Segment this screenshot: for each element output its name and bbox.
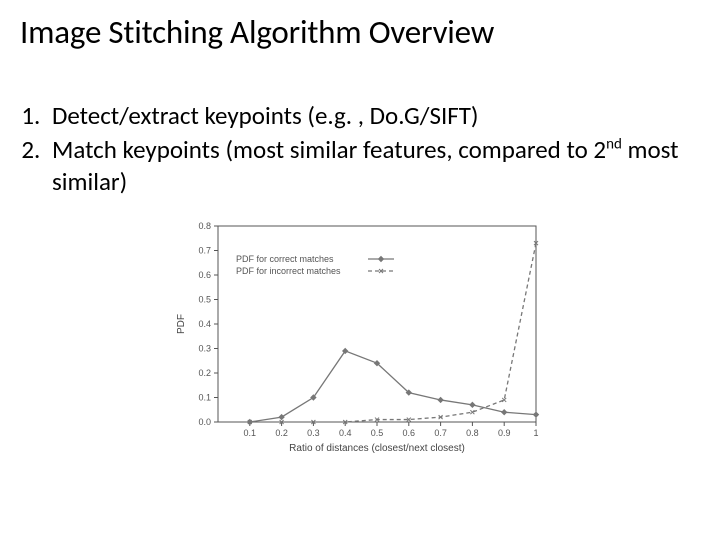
- chart-container: 0.0 0.1 0.2 0.3 0.4 0.5 0.6 0.7 0.8 0.1 0.2 0.3 0.4 0…: [170, 216, 550, 456]
- svg-text:0.6: 0.6: [198, 270, 211, 280]
- svg-text:0.6: 0.6: [403, 428, 416, 438]
- svg-text:0.1: 0.1: [244, 428, 257, 438]
- page-title: Image Stitching Algorithm Overview: [20, 12, 700, 52]
- list-item-text: Detect/extract keypoints (e.g. , Do.G/SI…: [52, 100, 479, 131]
- bullet-list: Detect/extract keypoints (e.g. , Do.G/SI…: [46, 100, 700, 198]
- svg-text:1: 1: [533, 428, 538, 438]
- svg-text:0.4: 0.4: [198, 319, 211, 329]
- svg-text:Ratio of distances (closest/ne: Ratio of distances (closest/next closest…: [289, 443, 465, 454]
- svg-text:0.9: 0.9: [498, 428, 511, 438]
- svg-text:0.5: 0.5: [198, 295, 211, 305]
- svg-text:0.3: 0.3: [307, 428, 320, 438]
- svg-text:0.2: 0.2: [275, 428, 288, 438]
- svg-text:0.7: 0.7: [198, 246, 211, 256]
- svg-text:PDF for incorrect matches: PDF for incorrect matches: [236, 266, 341, 276]
- svg-text:PDF: PDF: [176, 314, 187, 334]
- svg-text:0.7: 0.7: [434, 428, 447, 438]
- svg-text:0.5: 0.5: [371, 428, 384, 438]
- svg-text:PDF for correct matches: PDF for correct matches: [236, 254, 334, 264]
- slide: Image Stitching Algorithm Overview Detec…: [0, 0, 720, 540]
- svg-text:0.8: 0.8: [466, 428, 479, 438]
- svg-text:0.0: 0.0: [198, 417, 211, 427]
- svg-text:0.8: 0.8: [198, 221, 211, 231]
- list-item: Detect/extract keypoints (e.g. , Do.G/SI…: [46, 100, 700, 132]
- pdf-ratio-chart: 0.0 0.1 0.2 0.3 0.4 0.5 0.6 0.7 0.8 0.1 0.2 0.3 0.4 0…: [170, 216, 550, 456]
- svg-text:0.3: 0.3: [198, 344, 211, 354]
- list-item: Match keypoints (most similar features, …: [46, 134, 700, 198]
- svg-text:0.2: 0.2: [198, 368, 211, 378]
- list-item-text-a: Match keypoints (most similar features, …: [52, 134, 606, 165]
- superscript: nd: [606, 136, 622, 154]
- svg-text:0.1: 0.1: [198, 393, 211, 403]
- svg-text:0.4: 0.4: [339, 428, 352, 438]
